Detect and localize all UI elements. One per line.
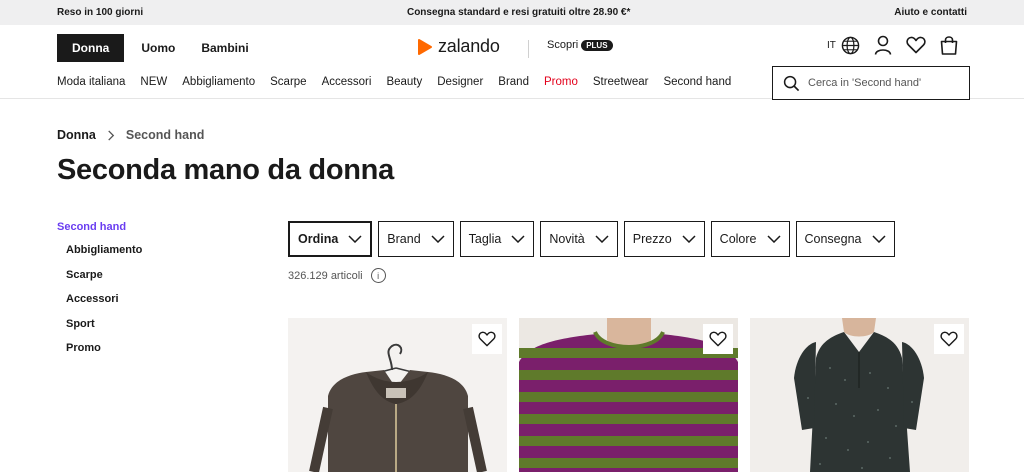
wishlist-button[interactable] bbox=[934, 324, 964, 354]
filter-label: Prezzo bbox=[632, 232, 672, 246]
chevron-down-icon bbox=[595, 235, 609, 243]
filter-label: Ordina bbox=[298, 232, 339, 246]
help-link[interactable]: Aiuto e contatti bbox=[894, 7, 967, 18]
filter-bar: Ordina Brand Taglia Novità Prezzo Colore… bbox=[288, 221, 895, 257]
filter-novita[interactable]: Novità bbox=[540, 221, 618, 257]
filter-label: Colore bbox=[719, 232, 757, 246]
sidebar-item-scarpe[interactable]: Scarpe bbox=[57, 269, 142, 294]
filter-ordina[interactable]: Ordina bbox=[288, 221, 373, 257]
nav-item-scarpe[interactable]: Scarpe bbox=[270, 76, 306, 88]
wishlist-heart-icon[interactable] bbox=[906, 36, 926, 54]
heart-icon bbox=[478, 331, 496, 347]
breadcrumb-second-hand: Second hand bbox=[125, 128, 205, 142]
nav-item-brand[interactable]: Brand bbox=[498, 76, 529, 88]
filter-label: Consegna bbox=[804, 232, 862, 246]
nav-item-designer[interactable]: Designer bbox=[437, 76, 483, 88]
page-title: Seconda mano da donna bbox=[57, 154, 394, 186]
nav-item-moda-italiana[interactable]: Moda italiana bbox=[57, 76, 125, 88]
chevron-down-icon bbox=[348, 235, 362, 243]
tab-bambini[interactable]: Bambini bbox=[188, 34, 261, 62]
chevron-down-icon bbox=[682, 235, 696, 243]
sidebar-item-promo[interactable]: Promo bbox=[57, 342, 142, 367]
nav-item-abbigliamento[interactable]: Abbigliamento bbox=[182, 76, 255, 88]
plus-badge: PLUS bbox=[581, 39, 613, 51]
search-icon bbox=[783, 75, 800, 91]
result-count-text: 326.129 articoli bbox=[288, 269, 363, 282]
tab-donna[interactable]: Donna bbox=[57, 34, 125, 62]
nav-item-accessori[interactable]: Accessori bbox=[322, 76, 372, 88]
chevron-down-icon bbox=[511, 235, 525, 243]
filter-taglia[interactable]: Taglia bbox=[459, 221, 535, 257]
language-label: IT bbox=[827, 39, 836, 51]
wishlist-button[interactable] bbox=[703, 324, 733, 354]
sidebar-section-second-hand[interactable]: Second hand bbox=[57, 221, 142, 233]
category-nav: Moda italiana NEW Abbigliamento Scarpe A… bbox=[0, 66, 1024, 100]
globe-icon bbox=[841, 36, 860, 54]
nav-item-new[interactable]: NEW bbox=[140, 76, 167, 88]
plus-link[interactable]: Scopri PLUS bbox=[547, 39, 613, 51]
result-count: 326.129 articoli i bbox=[288, 268, 386, 283]
tab-uomo[interactable]: Uomo bbox=[128, 34, 188, 62]
filter-label: Novità bbox=[549, 232, 585, 246]
filter-colore[interactable]: Colore bbox=[710, 221, 790, 257]
language-switcher[interactable]: IT bbox=[827, 36, 860, 55]
info-icon[interactable]: i bbox=[370, 268, 386, 283]
filter-label: Brand bbox=[387, 232, 421, 246]
nav-item-second-hand[interactable]: Second hand bbox=[663, 76, 731, 88]
sidebar-item-abbigliamento[interactable]: Abbigliamento bbox=[57, 244, 142, 269]
category-sidebar: Second hand Abbigliamento Scarpe Accesso… bbox=[57, 221, 142, 367]
sidebar-item-sport[interactable]: Sport bbox=[57, 318, 142, 343]
heart-icon bbox=[709, 331, 727, 347]
filter-prezzo[interactable]: Prezzo bbox=[623, 221, 705, 257]
search-input[interactable] bbox=[808, 77, 958, 89]
header-icons: IT bbox=[827, 35, 958, 55]
shopping-bag-icon[interactable] bbox=[940, 35, 958, 55]
nav-item-promo[interactable]: Promo bbox=[544, 76, 578, 88]
filter-consegna[interactable]: Consegna bbox=[795, 221, 895, 257]
header: Donna Uomo Bambini zalando Scopri PLUS I… bbox=[0, 25, 1024, 70]
promo-topbar: Reso in 100 giorni Consegna standard e r… bbox=[0, 0, 1024, 25]
logo-divider bbox=[528, 40, 529, 58]
zalando-logo[interactable]: zalando bbox=[416, 36, 500, 57]
wishlist-button[interactable] bbox=[472, 324, 502, 354]
filter-brand[interactable]: Brand bbox=[378, 221, 454, 257]
breadcrumb-donna[interactable]: Donna bbox=[57, 128, 96, 142]
heart-icon bbox=[940, 331, 958, 347]
zalando-logo-icon bbox=[418, 38, 432, 55]
chevron-down-icon bbox=[766, 235, 781, 243]
product-card[interactable] bbox=[519, 318, 738, 472]
chevron-down-icon bbox=[431, 235, 445, 243]
scopri-label: Scopri bbox=[547, 39, 579, 51]
nav-item-beauty[interactable]: Beauty bbox=[386, 76, 422, 88]
gender-tabs: Donna Uomo Bambini bbox=[57, 34, 262, 62]
chevron-right-icon bbox=[108, 129, 115, 141]
search-box[interactable] bbox=[772, 66, 970, 100]
nav-item-streetwear[interactable]: Streetwear bbox=[593, 76, 649, 88]
logo-text: zalando bbox=[438, 36, 500, 56]
chevron-down-icon bbox=[871, 235, 886, 243]
sidebar-item-accessori[interactable]: Accessori bbox=[57, 293, 142, 318]
product-card[interactable] bbox=[288, 318, 507, 472]
product-card[interactable] bbox=[750, 318, 969, 472]
user-icon[interactable] bbox=[874, 35, 892, 55]
returns-info[interactable]: Reso in 100 giorni bbox=[57, 7, 143, 18]
breadcrumb: Donna Second hand bbox=[57, 128, 204, 142]
nav-items: Moda italiana NEW Abbigliamento Scarpe A… bbox=[57, 76, 731, 88]
shipping-info[interactable]: Consegna standard e resi gratuiti oltre … bbox=[407, 7, 630, 18]
filter-label: Taglia bbox=[468, 232, 502, 246]
